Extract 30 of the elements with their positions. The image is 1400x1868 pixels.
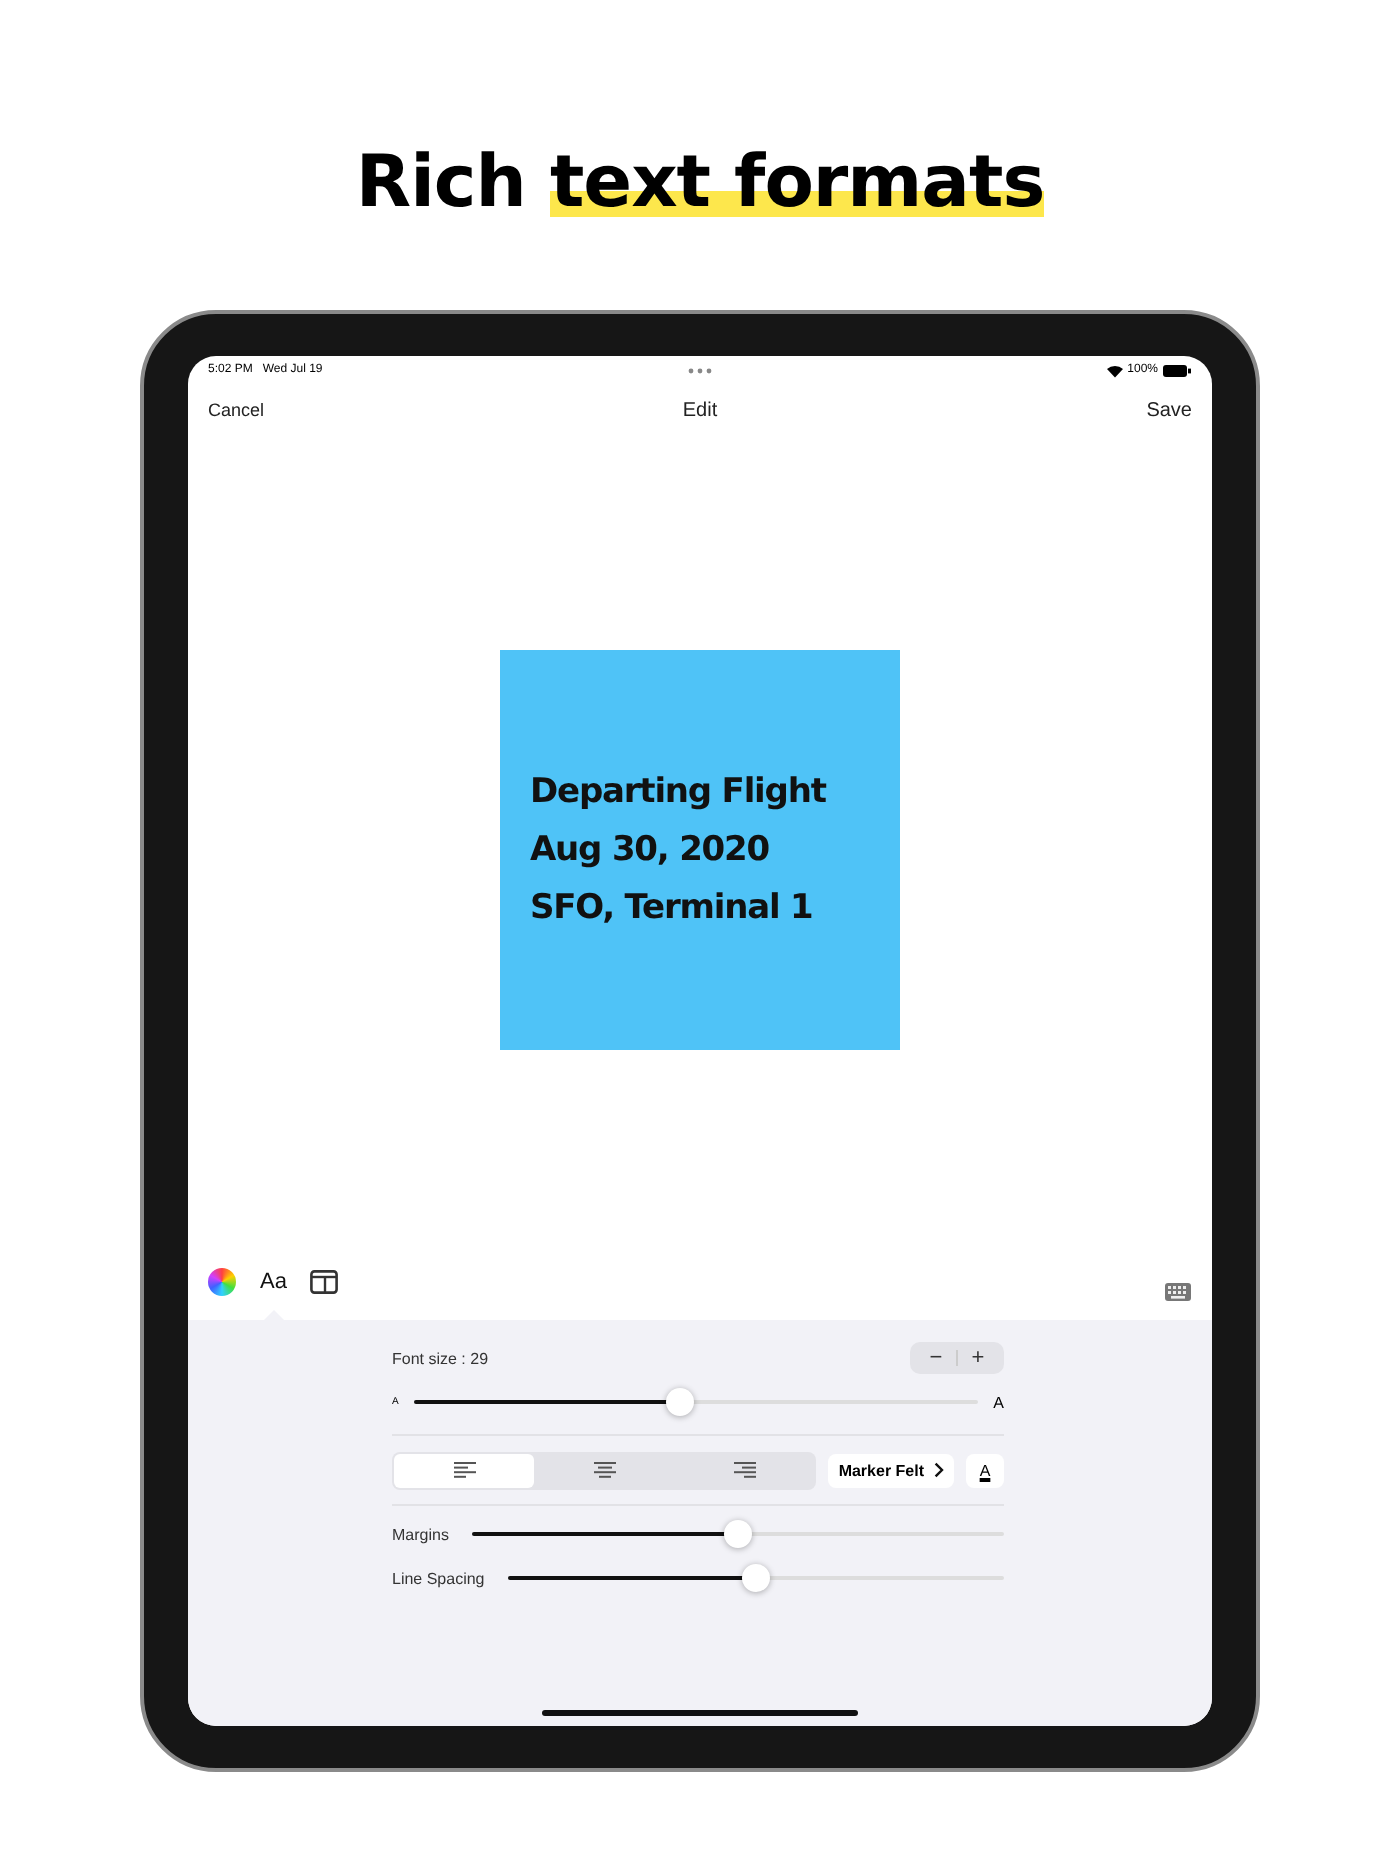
slider-thumb[interactable] bbox=[724, 1520, 753, 1548]
battery-icon bbox=[1162, 363, 1192, 377]
multitasking-icon[interactable] bbox=[688, 367, 712, 373]
note-text-line: Departing Flight bbox=[530, 769, 829, 815]
increase-button[interactable]: + bbox=[958, 1346, 998, 1370]
keyboard-icon[interactable] bbox=[1164, 1282, 1192, 1302]
font-size-slider[interactable] bbox=[414, 1388, 978, 1416]
margins-slider[interactable] bbox=[472, 1520, 1004, 1548]
align-left-icon bbox=[453, 1462, 476, 1478]
large-size-label: A bbox=[993, 1393, 1004, 1411]
note-text-line: Aug 30, 2020 bbox=[530, 827, 771, 873]
slider-thumb[interactable] bbox=[742, 1564, 771, 1592]
font-picker-button[interactable]: Marker Felt bbox=[828, 1453, 954, 1487]
wifi-icon bbox=[1105, 363, 1124, 377]
nav-title: Edit bbox=[682, 399, 718, 421]
decrease-button[interactable]: − bbox=[916, 1346, 956, 1370]
text-color-button[interactable]: A bbox=[966, 1453, 1004, 1487]
alignment-option[interactable] bbox=[394, 1453, 535, 1487]
align-center-icon bbox=[593, 1462, 616, 1478]
slider-label: Line Spacing bbox=[392, 1569, 485, 1587]
chevron-icon bbox=[934, 1462, 944, 1478]
save-button[interactable]: Save bbox=[1071, 399, 1192, 421]
slider-thumb[interactable] bbox=[665, 1388, 694, 1416]
note-text-line: SFO, Terminal 1 bbox=[530, 885, 815, 931]
slider-label: Margins bbox=[392, 1525, 449, 1543]
font-size-label: Font size : 29 bbox=[392, 1349, 489, 1367]
sticky-note[interactable]: Departing Flight Aug 30, 2020 SFO, Terminal 1 bbox=[500, 650, 900, 1050]
align-right-icon bbox=[733, 1462, 756, 1478]
line-spacing-slider[interactable] bbox=[508, 1564, 1004, 1592]
cancel-button[interactable]: Cancel bbox=[208, 400, 328, 420]
